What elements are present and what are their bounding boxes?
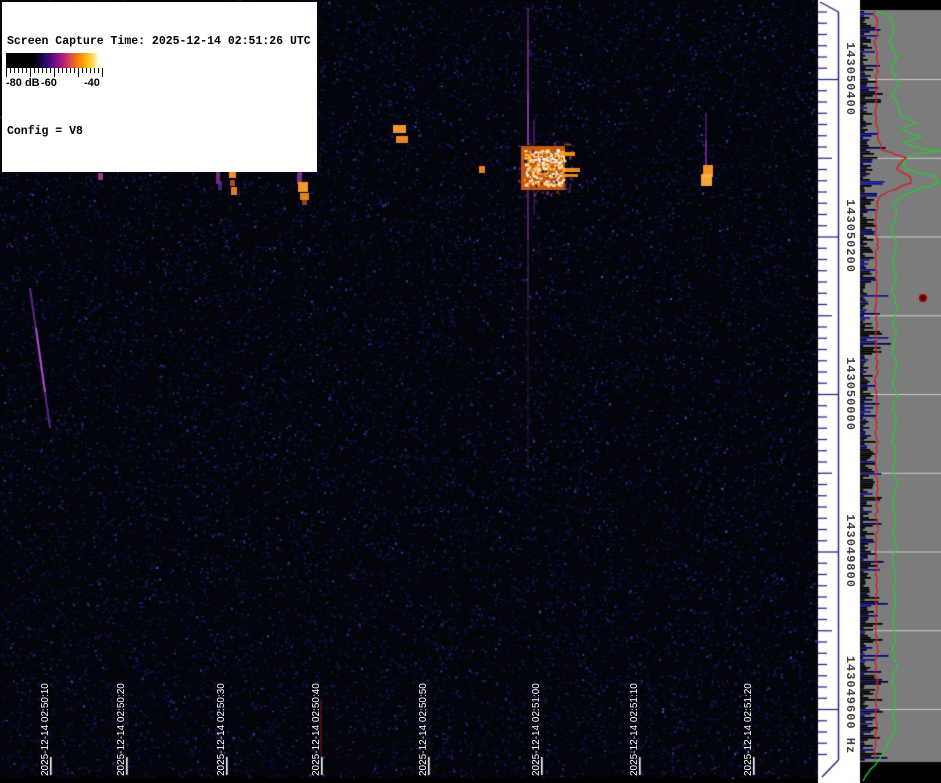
frequency-label: 143050400: [843, 42, 857, 116]
colorscale-major-tick: [78, 68, 79, 77]
colorscale-major-tick: [102, 68, 103, 77]
time-label: 2025-12-14 02:50:50: [418, 683, 429, 776]
db-mid-label: -60: [41, 77, 57, 89]
time-label: 2025-12-14 02:51:00: [531, 683, 542, 776]
colormap-gradient-bar: [6, 53, 103, 68]
colorscale-major-tick: [54, 68, 55, 77]
colorscale-labels: -80 dB -60 -40: [5, 77, 104, 91]
db-min-label: -80 dB: [6, 77, 40, 89]
time-label: 2025-12-14 02:50:40: [311, 683, 322, 776]
time-label: 2025-12-14 02:50:10: [40, 683, 51, 776]
frequency-label: 143050200: [843, 199, 857, 273]
frequency-label: 143049600 Hz: [843, 655, 857, 755]
colorscale-ticks: [6, 68, 103, 77]
frequency-label: 143049800: [843, 514, 857, 588]
capture-time-text: Screen Capture Time: 2025-12-14 02:51:26…: [7, 35, 311, 48]
time-label: 2025-12-14 02:51:20: [743, 683, 754, 776]
frequency-label: 143050000: [843, 357, 857, 431]
spectrum-lab-capture: Screen Capture Time: 2025-12-14 02:51:26…: [0, 0, 941, 783]
capture-config-text: Config = V8: [7, 125, 83, 138]
time-label: 2025-12-14 02:50:30: [216, 683, 227, 776]
time-label: 2025-12-14 02:50:20: [116, 683, 127, 776]
colorscale-major-tick: [30, 68, 31, 77]
db-color-scale: -80 dB -60 -40: [5, 52, 104, 91]
time-label: 2025-12-14 02:51:10: [629, 683, 640, 776]
db-max-label: -40: [84, 77, 100, 89]
colorscale-major-tick: [6, 68, 7, 77]
